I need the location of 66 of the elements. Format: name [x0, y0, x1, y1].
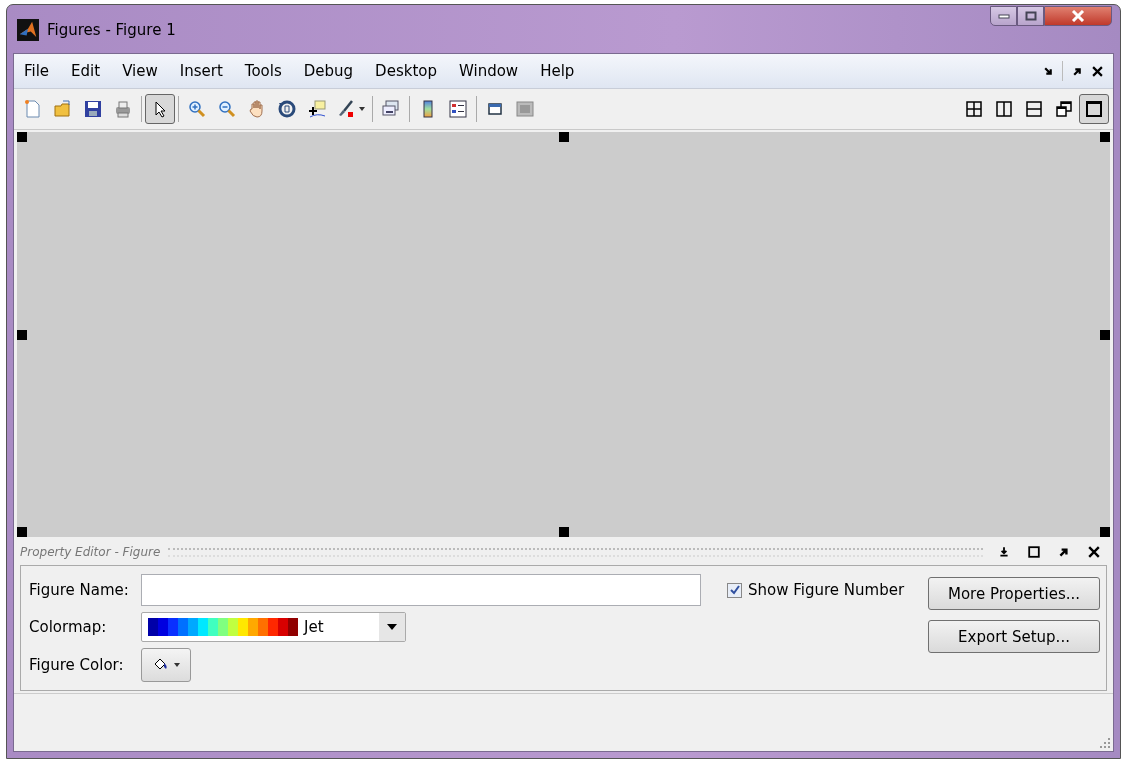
minimize-icon [997, 13, 1010, 19]
dialog-button[interactable]: More Properties... [928, 577, 1100, 610]
field-label: Figure Color: [29, 656, 125, 674]
undock-icon[interactable] [1058, 546, 1070, 558]
undock-icon[interactable] [1072, 65, 1083, 77]
selection-handle[interactable] [17, 329, 27, 340]
zoom-out-icon [217, 99, 237, 119]
single-layout-button[interactable] [1079, 94, 1109, 124]
resize-grip-icon[interactable] [1100, 738, 1110, 748]
dock-icon[interactable] [1043, 65, 1054, 77]
dialog-button[interactable]: Export Setup... [928, 620, 1100, 653]
printer-icon [113, 99, 133, 119]
color-picker-button[interactable] [141, 648, 191, 682]
minimize-button[interactable] [990, 6, 1017, 26]
selection-handle[interactable] [558, 132, 569, 142]
selection-handle[interactable] [1100, 132, 1110, 142]
maximize-icon[interactable] [1028, 546, 1040, 558]
selection-handle[interactable] [558, 527, 569, 537]
menu-item[interactable]: Edit [71, 62, 101, 80]
app-logo-icon [17, 19, 39, 41]
caret-icon [387, 624, 397, 630]
field-label: Colormap: [29, 618, 108, 636]
menu-item[interactable]: Help [540, 62, 575, 80]
folder-icon [53, 99, 73, 119]
pointer-button[interactable] [145, 94, 175, 124]
menu-item[interactable]: Debug [303, 62, 354, 80]
window-title: Figures - Figure 1 [47, 21, 176, 39]
menu-item[interactable]: File [24, 62, 50, 80]
rows-layout-icon [1025, 100, 1043, 118]
selection-handle[interactable] [1100, 527, 1110, 537]
panel-icon [515, 99, 535, 119]
selection-handle[interactable] [17, 132, 27, 142]
menu-item[interactable]: Desktop [375, 62, 437, 80]
page-icon [23, 99, 43, 119]
single-layout-icon [1085, 100, 1103, 118]
grid-layout-icon [965, 100, 983, 118]
rotate-icon [277, 99, 297, 119]
menu-item[interactable]: Window [459, 62, 519, 80]
columns-layout-icon [995, 100, 1013, 118]
close-icon[interactable] [1088, 546, 1100, 558]
legend-icon [448, 99, 468, 119]
checkbox-label: Show Figure Number [748, 581, 905, 599]
maximize-button[interactable] [1017, 6, 1044, 26]
data-cursor-icon [307, 99, 327, 119]
menu-item[interactable]: View [122, 62, 158, 80]
colormap-dropdown[interactable]: Jet [141, 612, 406, 642]
selection-handle[interactable] [1100, 329, 1110, 340]
maximize-icon [1024, 11, 1037, 21]
caret-icon [174, 663, 180, 667]
brush-icon [336, 99, 356, 119]
menu-item[interactable]: Tools [244, 62, 282, 80]
menu-item[interactable]: Insert [179, 62, 223, 80]
minimize-icon[interactable] [998, 546, 1010, 558]
float-layout-icon [1055, 100, 1073, 118]
zoom-in-icon [187, 99, 207, 119]
close-icon[interactable] [1092, 65, 1103, 77]
linked-windows-icon [381, 99, 401, 119]
panel-title: Property Editor - Figure [20, 545, 161, 559]
checkbox[interactable] [727, 582, 742, 598]
close-button[interactable] [1044, 6, 1112, 26]
caret-icon [359, 107, 365, 111]
figure-name-field[interactable] [141, 574, 701, 606]
drag-grip[interactable] [168, 547, 983, 557]
close-icon [1071, 10, 1085, 22]
field-label: Figure Name: [29, 581, 130, 599]
selection-handle[interactable] [17, 527, 27, 537]
